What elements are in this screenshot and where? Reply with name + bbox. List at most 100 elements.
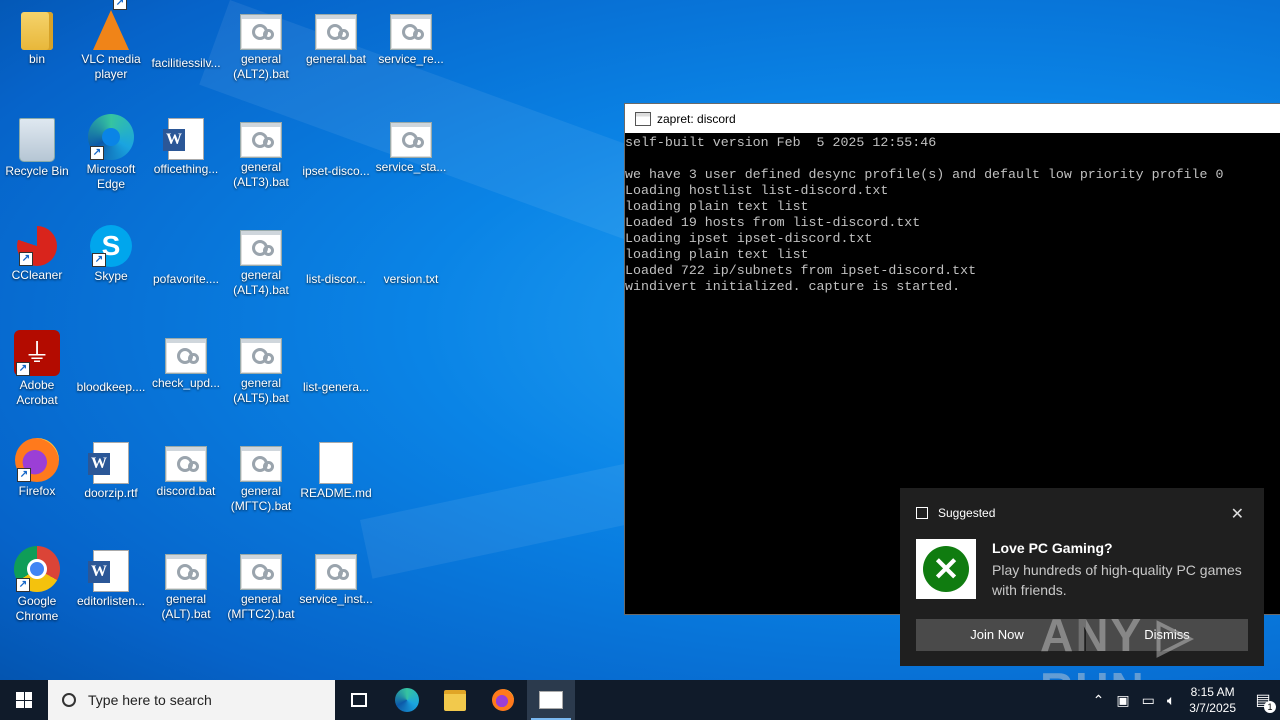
xbox-logo-icon xyxy=(916,539,976,599)
desktop-icon-label: general (ALT).bat xyxy=(161,592,211,621)
edge-icon xyxy=(395,688,419,712)
console-title: zapret: discord xyxy=(657,111,736,126)
file-explorer-icon xyxy=(444,689,466,711)
console-line: windivert initialized. capture is starte… xyxy=(625,279,961,294)
task-view-button[interactable] xyxy=(335,680,383,720)
word-icon: W xyxy=(88,442,129,484)
desktop-icon[interactable]: Weditorlisten... xyxy=(74,546,148,609)
desktop-icon-label: check_upd... xyxy=(151,376,221,390)
desktop-icon[interactable]: service_re... xyxy=(374,6,448,67)
toast-title: Love PC Gaming? xyxy=(992,540,1113,556)
action-center-button[interactable]: ▤ 1 xyxy=(1246,680,1280,720)
desktop-icon[interactable]: pofavorite.... xyxy=(149,222,223,287)
console-line: we have 3 user defined desync profile(s)… xyxy=(625,167,1224,182)
desktop-icon[interactable]: Wdoorzip.rtf xyxy=(74,438,148,501)
blank-icon xyxy=(319,442,353,484)
firefox-icon xyxy=(492,689,514,711)
desktop-icon[interactable]: general (МГТС).bat xyxy=(224,438,298,514)
desktop-icon-label: pofavorite.... xyxy=(152,272,220,286)
desktop-icon-label: version.txt xyxy=(383,272,439,286)
chevron-up-icon[interactable]: ⌃ xyxy=(1093,692,1105,709)
bat-icon xyxy=(315,14,357,50)
taskbar-file-explorer[interactable] xyxy=(431,680,479,720)
desktop-icon[interactable]: general (ALT3).bat xyxy=(224,114,298,190)
desktop-icon[interactable]: facilitiessilv... xyxy=(149,6,223,71)
text-icon xyxy=(312,114,360,162)
search-placeholder: Type here to search xyxy=(88,692,212,708)
desktop-icon-label: Firefox xyxy=(18,484,56,498)
toast-header: Suggested xyxy=(916,506,995,520)
desktop-icon[interactable]: ↗ Firefox xyxy=(0,438,74,499)
desktop-icon[interactable]: S ↗ Skype xyxy=(74,222,148,284)
desktop-icon[interactable]: general (ALT).bat xyxy=(149,546,223,622)
desktop-icon-label: service_inst... xyxy=(299,592,373,606)
desktop-icon[interactable]: ↗ CCleaner xyxy=(0,222,74,283)
console-line: Loading hostlist list-discord.txt xyxy=(625,183,889,198)
desktop-icon-label: VLC media player xyxy=(81,52,141,81)
toast-close-icon[interactable]: ✕ xyxy=(1231,504,1244,524)
desktop-icon-label: bloodkeep.... xyxy=(76,380,146,394)
bat-icon xyxy=(165,554,207,590)
desktop-icon-label: general (ALT3).bat xyxy=(233,160,289,189)
chrome-icon: ↗ xyxy=(14,546,60,592)
shortcut-arrow-icon: ↗ xyxy=(90,146,104,160)
taskbar-edge[interactable] xyxy=(383,680,431,720)
desktop-icon-label: service_re... xyxy=(378,52,444,66)
desktop-icon[interactable]: Wofficething... xyxy=(149,114,223,177)
desktop-icon[interactable]: ↗ VLC media player xyxy=(74,0,148,82)
bat-icon xyxy=(240,554,282,590)
meet-now-icon[interactable]: ▣ xyxy=(1116,692,1129,709)
taskbar-console[interactable] xyxy=(527,680,575,720)
image-icon xyxy=(87,330,135,378)
desktop-icon[interactable]: Recycle Bin xyxy=(0,114,74,179)
desktop-icon-label: officething... xyxy=(153,162,219,176)
bat-icon xyxy=(240,338,282,374)
desktop-icon[interactable]: ↗ Microsoft Edge xyxy=(74,114,148,192)
desktop-icon[interactable]: discord.bat xyxy=(149,438,223,499)
desktop-icon[interactable]: ↗ Google Chrome xyxy=(0,546,74,624)
start-button[interactable] xyxy=(0,680,48,720)
desktop-icon[interactable]: general (ALT5).bat xyxy=(224,330,298,406)
shortcut-arrow-icon: ↗ xyxy=(113,0,127,10)
console-output[interactable]: self-built version Feb 5 2025 12:55:46 we… xyxy=(625,133,1280,295)
desktop-icon[interactable]: bloodkeep.... xyxy=(74,330,148,395)
desktop-icon-label: facilitiessilv... xyxy=(151,56,221,70)
toast-header-label: Suggested xyxy=(938,506,996,520)
bat-icon xyxy=(240,446,282,482)
desktop-icon[interactable]: ⏚ ↗ Adobe Acrobat xyxy=(0,330,74,408)
console-line: Loading ipset ipset-discord.txt xyxy=(625,231,873,246)
desktop-icon[interactable]: list-genera... xyxy=(299,330,373,395)
console-app-icon xyxy=(635,111,651,126)
desktop-icon-label: Microsoft Edge xyxy=(86,162,136,191)
desktop-icon[interactable]: list-discor... xyxy=(299,222,373,287)
network-icon[interactable]: ▭ xyxy=(1142,692,1155,709)
volume-icon[interactable]: 🔈︎ xyxy=(1167,692,1175,709)
firefox-icon: ↗ xyxy=(15,438,59,482)
clock[interactable]: 8:15 AM 3/7/2025 xyxy=(1189,684,1236,716)
suggested-icon xyxy=(916,507,928,519)
desktop-icon-label: general (ALT5).bat xyxy=(233,376,289,405)
desktop-icon[interactable]: general.bat xyxy=(299,6,373,67)
desktop-icon[interactable]: ipset-disco... xyxy=(299,114,373,179)
desktop-icon[interactable]: service_inst... xyxy=(299,546,373,607)
taskbar-search[interactable]: Type here to search xyxy=(48,680,335,720)
desktop-icon-label: list-discor... xyxy=(305,272,366,286)
desktop-icon[interactable]: general (ALT2).bat xyxy=(224,6,298,82)
desktop-icon[interactable]: check_upd... xyxy=(149,330,223,391)
vlc-icon: ↗ xyxy=(93,0,129,50)
desktop-icon[interactable]: bin xyxy=(0,6,74,67)
desktop-icon[interactable]: service_sta... xyxy=(374,114,448,175)
console-titlebar[interactable]: zapret: discord xyxy=(625,104,1280,133)
desktop-icon[interactable]: README.md xyxy=(299,438,373,501)
shortcut-arrow-icon: ↗ xyxy=(16,578,30,592)
system-tray: ⌃ ▣ ▭ 🔈︎ 8:15 AM 3/7/2025 ▤ 1 xyxy=(1087,680,1280,720)
taskbar: Type here to search ⌃ ▣ ▭ 🔈︎ 8:15 AM 3/7… xyxy=(0,680,1280,720)
desktop-icon[interactable]: general (ALT4).bat xyxy=(224,222,298,298)
desktop-icon[interactable]: version.txt xyxy=(374,222,448,287)
console-line: self-built version Feb 5 2025 12:55:46 xyxy=(625,135,937,150)
taskbar-firefox[interactable] xyxy=(479,680,527,720)
desktop-icon[interactable]: general (МГТС2).bat xyxy=(224,546,298,622)
desktop-icon-label: general (ALT4).bat xyxy=(233,268,289,297)
desktop-icon-label: general (МГТС2).bat xyxy=(227,592,295,621)
word-icon: W xyxy=(163,118,204,160)
